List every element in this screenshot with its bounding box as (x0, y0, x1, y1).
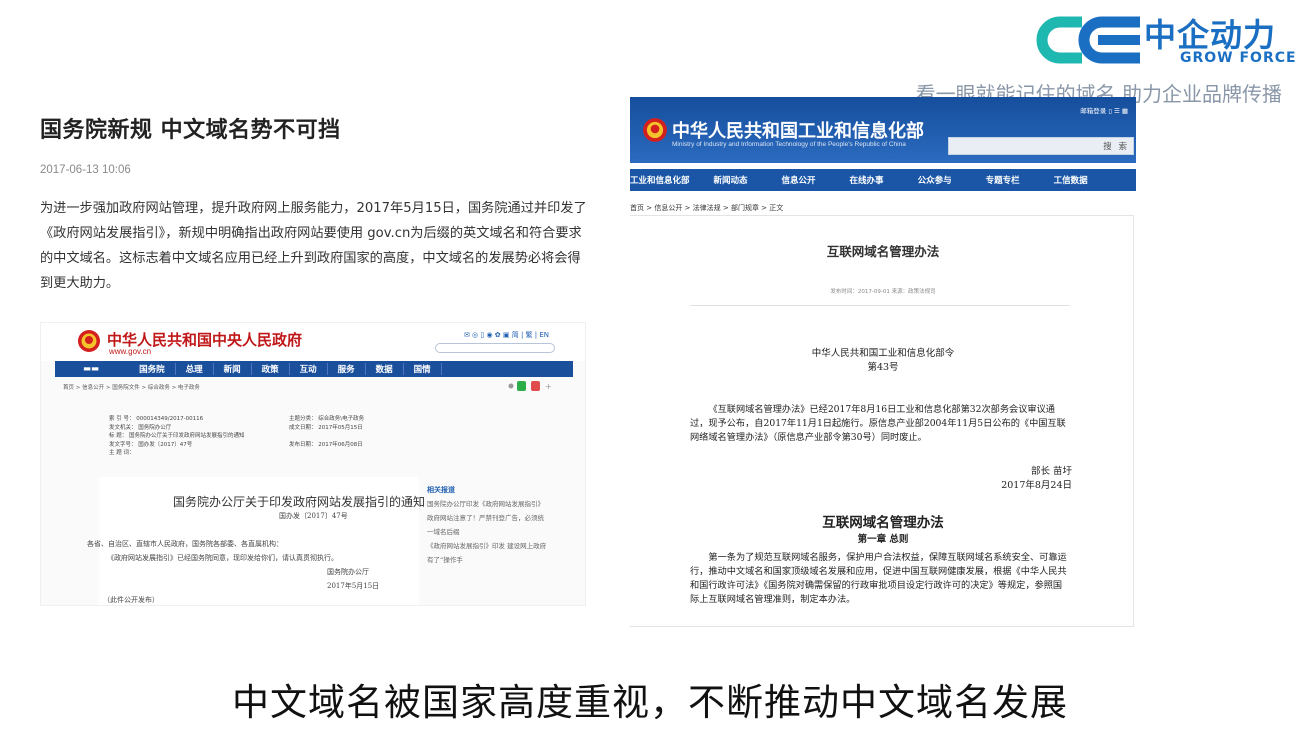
divider (690, 305, 1070, 306)
miit-signature: 部长 苗圩 2017年8月24日 (1001, 466, 1072, 491)
related-item[interactable]: 《政府网站发展指引》印发 建设网上政府有了“操作手 (427, 539, 547, 567)
gov-nav-item: 国情 (404, 363, 442, 375)
gov-nav-item: 互动 (290, 363, 328, 375)
slide-caption: 中文域名被国家高度重视，不断推动中文域名发展 (232, 681, 1068, 724)
miit-article-1: 第一条为了规范互联网域名服务，保护用户合法权益，保障互联网域名系统安全、可靠运行… (690, 552, 1067, 605)
gov-nav-item: 总理 (176, 363, 214, 375)
news-article: 国务院新规 中文域名势不可挡 2017-06-13 10:06 为进一步强加政府… (40, 112, 600, 296)
article-date: 2017-06-13 10:06 (40, 164, 131, 176)
miit-site-name: 中华人民共和国工业和信息化部 (672, 121, 924, 142)
gov-doc-title: 国务院办公厅关于印发政府网站发展指引的通知 (173, 495, 426, 509)
gov-website-screenshot: 中华人民共和国中央人民政府 www.gov.cn ✉ ◎ ▯ ◉ ✿ ▣ 简 |… (40, 322, 586, 606)
gov-document: 国务院办公厅关于印发政府网站发展指引的通知 国办发〔2017〕47号 各省、自治… (87, 477, 425, 605)
gov-doc-text: 各省、自治区、直辖市人民政府，国务院各部委、各直属机构： 《政府网站发展指引》已… (87, 540, 380, 604)
miit-breadcrumb: 首页 > 信息公开 > 法律法规 > 部门规章 > 正文 (630, 204, 784, 212)
svg-text:+: + (545, 382, 551, 391)
miit-nav-item: 新闻动态 (713, 176, 748, 186)
related-item[interactable]: 国务院办公厅印发《政府网站发展指引》 (427, 497, 547, 511)
miit-order-heading: 中华人民共和国工业和信息化部令 第43号 (811, 348, 955, 373)
miit-search-input: 搜 索 (948, 137, 1134, 155)
gov-nav-item: 国务院 (129, 363, 176, 375)
gov-breadcrumb: 首页 > 信息公开 > 国务院文件 > 综合政务 > 电子政务 (63, 385, 200, 391)
share-icons: + (508, 381, 551, 391)
national-emblem-icon (78, 330, 100, 352)
ce-logo-icon (1036, 16, 1140, 64)
gov-related-news: 相关报道 国务院办公厅印发《政府网站发展指引》 政府网站注意了！严禁刊登广告，必… (427, 483, 547, 567)
miit-nav-item: 信息公开 (781, 176, 816, 186)
miit-nav-item: 公众参与 (917, 176, 952, 186)
related-title: 相关报道 (427, 486, 455, 494)
miit-top-links: 邮箱登录 ▯ ☰ ▦ (1080, 107, 1128, 115)
miit-nav-item: 工业和信息化部 (630, 176, 690, 186)
related-item[interactable]: 政府网站注意了！严禁刊登广告，必须统一域名后缀 (427, 511, 547, 539)
gov-site-url: www.gov.cn (109, 347, 152, 356)
gov-nav-item: 数据 (366, 363, 404, 375)
miit-search-button: 搜 索 (1103, 142, 1129, 152)
article-title: 国务院新规 中文域名势不可挡 (40, 118, 341, 143)
brand-logo: 中企动力 GROW FORCE (1032, 8, 1296, 70)
gov-doc-info-table: 索 引 号： 000014349/2017-00116 主题分类： 综合政务\电子… (109, 416, 365, 456)
miit-website-screenshot: 中华人民共和国工业和信息化部 Ministry of Industry and … (630, 97, 1136, 627)
article-body: 为进一步强加政府网站管理，提升政府网上服务能力，2017年5月15日，国务院通过… (40, 201, 587, 291)
gov-nav-item: 政策 (252, 363, 290, 375)
miit-nav-item: 在线办事 (849, 176, 884, 186)
gov-nav-home-icon: ▬▬ (83, 364, 100, 374)
miit-nav-item: 工信数据 (1053, 176, 1088, 186)
gov-doc-number: 国办发〔2017〕47号 (279, 512, 348, 520)
gov-header: 中华人民共和国中央人民政府 www.gov.cn ✉ ◎ ▯ ◉ ✿ ▣ 简 |… (41, 323, 585, 361)
miit-header: 中华人民共和国工业和信息化部 Ministry of Industry and … (630, 97, 1136, 163)
miit-order-paragraph: 《互联网域名管理办法》已经2017年8月16日工业和信息化部第32次部务会议审议… (690, 404, 1066, 443)
miit-site-name-en: Ministry of Industry and Information Tec… (672, 141, 906, 148)
miit-page-title: 互联网域名管理办法 (826, 244, 940, 259)
gov-nav-item: 新闻 (214, 363, 252, 375)
miit-law-title: 互联网域名管理办法 (822, 515, 944, 531)
gov-search-input (435, 343, 555, 353)
gov-nav-item: 服务 (328, 363, 366, 375)
gov-toolbar: ✉ ◎ ▯ ◉ ✿ ▣ 简 | 繁 | EN (463, 331, 549, 339)
miit-chapter-heading: 第一章 总则 (857, 534, 909, 545)
miit-publish-meta: 发布时间：2017-09-01 来源：政策法规司 (830, 289, 936, 295)
gov-nav-bar: ▬▬ 国务院 总理 新闻 政策 互动 服务 数据 国情 (55, 361, 573, 377)
national-emblem-icon (643, 118, 667, 142)
miit-nav-item: 专题专栏 (985, 176, 1020, 186)
miit-nav-bar: 工业和信息化部 新闻动态 信息公开 在线办事 公众参与 专题专栏 工信数据 (630, 169, 1136, 191)
brand-name-en: GROW FORCE (1180, 50, 1297, 66)
